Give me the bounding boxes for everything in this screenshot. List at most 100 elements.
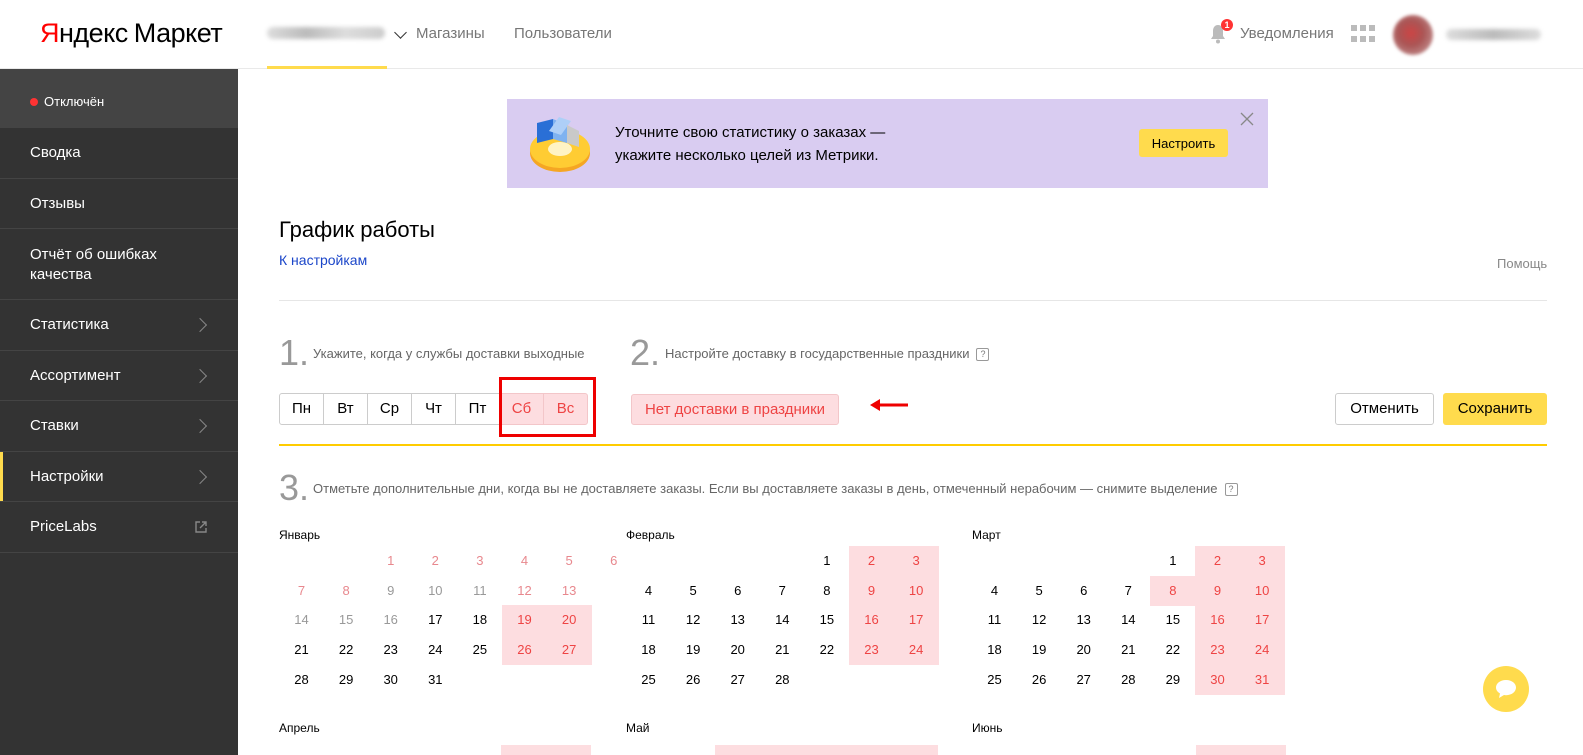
calendar-day[interactable]: 28 — [760, 665, 805, 695]
sidebar-item-quality-report[interactable]: Отчёт об ошибках качества — [0, 229, 238, 300]
calendar-day[interactable]: 5 — [671, 576, 716, 606]
weekday-1[interactable]: Вт — [323, 393, 368, 425]
calendar-day[interactable]: 19 — [671, 635, 716, 665]
apps-grid-icon[interactable] — [1351, 25, 1375, 43]
calendar-day[interactable]: 24 — [413, 635, 458, 665]
calendar-day[interactable]: 11 — [457, 576, 502, 606]
help-icon[interactable]: ? — [1224, 483, 1238, 496]
sidebar-item-reviews[interactable]: Отзывы — [0, 179, 238, 229]
chat-button[interactable] — [1483, 666, 1529, 712]
calendar-day[interactable]: 3 — [457, 546, 502, 576]
calendar-day[interactable]: 13 — [1061, 605, 1106, 635]
calendar-day[interactable]: 19 — [1017, 635, 1062, 665]
calendar-day[interactable]: 14 — [1106, 605, 1151, 635]
calendar-day[interactable]: 30 — [1195, 664, 1240, 695]
calendar-day[interactable]: 29 — [1150, 665, 1195, 695]
calendar-day[interactable]: 10 — [1239, 575, 1285, 606]
cancel-button[interactable]: Отменить — [1335, 393, 1434, 425]
calendar-day[interactable]: 25 — [457, 635, 502, 665]
nav-users[interactable]: Пользователи — [514, 25, 612, 42]
calendar-day[interactable]: 10 — [413, 576, 458, 606]
calendar-day[interactable]: 28 — [279, 665, 324, 695]
calendar-day[interactable]: 16 — [849, 605, 894, 636]
help-icon[interactable]: ? — [976, 348, 990, 361]
help-link[interactable]: Помощь — [1497, 256, 1547, 271]
calendar-day[interactable]: 4 — [626, 576, 671, 606]
calendar-day[interactable]: 27 — [1061, 665, 1106, 695]
calendar-day[interactable]: 4 — [502, 546, 547, 576]
calendar-day[interactable]: 1 — [1150, 546, 1195, 576]
calendar-day[interactable]: 22 — [804, 635, 849, 665]
calendar-day[interactable]: 10 — [893, 575, 939, 606]
calendar-day[interactable]: 18 — [626, 635, 671, 665]
calendar-day[interactable]: 3 — [1239, 546, 1285, 576]
calendar-day[interactable]: 6 — [591, 546, 636, 576]
calendar-day[interactable]: 14 — [279, 605, 324, 635]
avatar[interactable] — [1393, 15, 1433, 55]
calendar-day[interactable]: 23 — [849, 635, 894, 666]
sidebar-item-pricelabs[interactable]: PriceLabs — [0, 502, 238, 553]
calendar-day[interactable]: 26 — [1017, 665, 1062, 695]
calendar-day[interactable]: 8 — [324, 576, 369, 606]
no-holiday-delivery-button[interactable]: Нет доставки в праздники — [631, 394, 839, 425]
calendar-day[interactable]: 9 — [1195, 575, 1240, 606]
calendar-day[interactable]: 17 — [1239, 605, 1285, 636]
sidebar-item-summary[interactable]: Сводка — [0, 128, 238, 179]
calendar-day[interactable]: 21 — [1106, 635, 1151, 665]
calendar-day[interactable]: 9 — [849, 575, 894, 606]
weekday-0[interactable]: Пн — [279, 393, 324, 425]
calendar-day[interactable]: 19 — [502, 605, 547, 636]
calendar-day[interactable]: 21 — [760, 635, 805, 665]
calendar-day[interactable]: 8 — [1150, 575, 1196, 606]
calendar-day[interactable]: 21 — [279, 635, 324, 665]
calendar-day[interactable]: 29 — [324, 665, 369, 695]
calendar-day[interactable]: 12 — [1017, 605, 1062, 635]
calendar-day[interactable]: 7 — [1106, 576, 1151, 606]
calendar-day[interactable]: 22 — [324, 635, 369, 665]
calendar-day[interactable]: 20 — [546, 605, 592, 636]
calendar-day[interactable]: 4 — [972, 576, 1017, 606]
configure-button[interactable]: Настроить — [1139, 129, 1228, 157]
shop-selector[interactable] — [267, 0, 387, 69]
sidebar-item-assortment[interactable]: Ассортимент — [0, 351, 238, 401]
calendar-day[interactable]: 6 — [1061, 576, 1106, 606]
calendar-day[interactable]: 16 — [368, 605, 413, 635]
chevron-down-icon[interactable] — [394, 26, 407, 39]
calendar-day[interactable]: 6 — [715, 576, 760, 606]
calendar-day[interactable]: 25 — [972, 665, 1017, 695]
calendar-day[interactable]: 30 — [368, 665, 413, 695]
calendar-day[interactable]: 18 — [457, 605, 502, 635]
calendar-day[interactable]: 20 — [1061, 635, 1106, 665]
calendar-day[interactable]: 27 — [715, 665, 760, 695]
calendar-day[interactable]: 26 — [502, 635, 547, 666]
calendar-day[interactable]: 2 — [1195, 546, 1240, 576]
close-icon[interactable] — [1240, 112, 1254, 126]
calendar-day[interactable]: 13 — [547, 576, 592, 606]
sidebar-item-settings[interactable]: Настройки — [0, 451, 238, 502]
weekday-3[interactable]: Чт — [411, 393, 456, 425]
back-to-settings-link[interactable]: К настройкам — [279, 252, 367, 268]
weekday-2[interactable]: Ср — [367, 393, 412, 425]
calendar-day[interactable]: 23 — [1195, 635, 1240, 666]
calendar-day[interactable]: 1 — [804, 546, 849, 576]
notifications-link[interactable]: Уведомления — [1240, 25, 1334, 42]
calendar-day[interactable]: 26 — [671, 665, 716, 695]
calendar-day[interactable]: 15 — [804, 605, 849, 635]
sidebar-item-bids[interactable]: Ставки — [0, 401, 238, 452]
calendar-day[interactable]: 31 — [1239, 664, 1285, 695]
calendar-day[interactable]: 7 — [760, 576, 805, 606]
calendar-day[interactable]: 17 — [893, 605, 939, 636]
calendar-day[interactable]: 16 — [1195, 605, 1240, 636]
nav-shops[interactable]: Магазины — [416, 25, 485, 42]
calendar-day[interactable]: 25 — [626, 665, 671, 695]
calendar-day[interactable]: 8 — [804, 576, 849, 606]
calendar-day[interactable]: 22 — [1150, 635, 1195, 665]
calendar-day[interactable]: 3 — [893, 546, 939, 576]
calendar-day[interactable]: 5 — [547, 546, 592, 576]
calendar-day[interactable]: 14 — [760, 605, 805, 635]
save-button[interactable]: Сохранить — [1443, 393, 1547, 425]
calendar-day[interactable]: 7 — [279, 576, 324, 606]
sidebar-item-statistics[interactable]: Статистика — [0, 300, 238, 351]
calendar-day[interactable]: 24 — [893, 635, 939, 666]
calendar-day[interactable]: 23 — [368, 635, 413, 665]
